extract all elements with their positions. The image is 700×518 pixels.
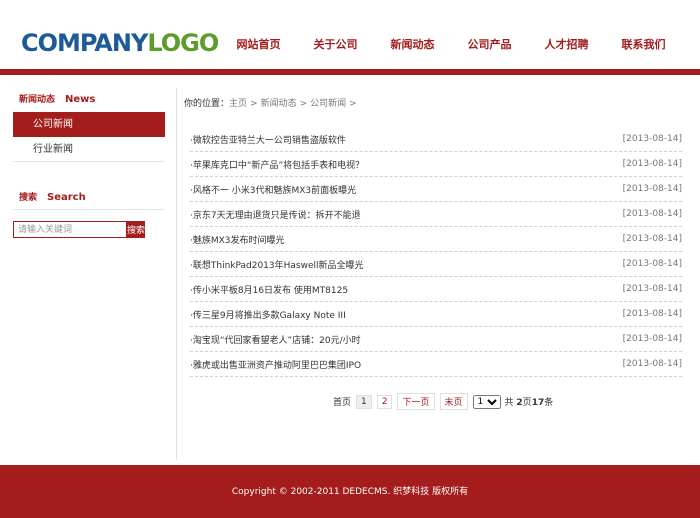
breadcrumb-separator: >: [299, 99, 308, 109]
logo-logo-text: LOGO: [147, 29, 219, 57]
header: COMPANYLOGO 网站首页 关于公司 新闻动态 公司产品 人才招聘 联系我…: [0, 0, 700, 70]
sidebar-news-title-cn: 新闻动态: [19, 95, 56, 105]
news-date: [2013-08-14]: [622, 309, 682, 319]
news-title-link[interactable]: ·微软控告亚特兰大一公司销售盗版软件: [190, 133, 346, 146]
pager-total-items: 17: [531, 398, 545, 408]
nav-news[interactable]: 新闻动态: [374, 36, 451, 54]
news-row: ·风格不一 小米3代和魅族MX3前面板曝光 [2013-08-14]: [190, 177, 682, 202]
news-title-link[interactable]: ·传三星9月将推出多款Galaxy Note III: [190, 308, 346, 321]
sidebar-search-title-cn: 搜索: [19, 193, 38, 203]
column-divider: [176, 88, 177, 460]
news-title-link[interactable]: ·风格不一 小米3代和魅族MX3前面板曝光: [190, 183, 356, 196]
news-title-link[interactable]: ·京东7天无理由退货只是传说：拆开不能退: [190, 208, 361, 221]
sidebar-item-industry-news[interactable]: 行业新闻: [13, 137, 165, 162]
news-date: [2013-08-14]: [622, 259, 682, 269]
nav-products[interactable]: 公司产品: [451, 36, 528, 54]
search-button[interactable]: 搜索: [127, 221, 145, 238]
news-title-link[interactable]: ·魅族MX3发布时间曝光: [190, 233, 285, 246]
news-title-link[interactable]: ·联想ThinkPad2013年Haswell新品全曝光: [190, 258, 364, 271]
pager-page-2[interactable]: 2: [376, 394, 393, 409]
nav-about[interactable]: 关于公司: [297, 36, 374, 54]
sidebar-item-company-news[interactable]: 公司新闻: [13, 112, 165, 137]
news-date: [2013-08-14]: [622, 134, 682, 144]
pager-total: 共 2页17条: [505, 395, 554, 408]
footer-copyright: Copyright © 2002-2011 DEDECMS. 织梦科技 版权所有: [231, 487, 469, 497]
pager-first[interactable]: 首页: [333, 395, 351, 408]
news-title-link[interactable]: ·雅虎或出售亚洲资产推动阿里巴巴集团IPO: [190, 358, 361, 371]
news-title-link[interactable]: ·淘宝现“代回家看望老人”店铺：20元/小时: [190, 333, 361, 346]
pager-pages-word: 页: [522, 398, 532, 408]
news-title-link[interactable]: ·苹果库克口中“新产品”将包括手表和电视？: [190, 158, 364, 171]
news-row: ·魅族MX3发布时间曝光 [2013-08-14]: [190, 227, 682, 252]
pager-next[interactable]: 下一页: [397, 393, 435, 410]
pager-page-1[interactable]: 1: [356, 394, 372, 409]
main-nav: 网站首页 关于公司 新闻动态 公司产品 人才招聘 联系我们: [220, 36, 682, 54]
header-red-bar: [0, 69, 700, 75]
news-list: ·微软控告亚特兰大一公司销售盗版软件 [2013-08-14] ·苹果库克口中“新…: [190, 127, 682, 377]
news-date: [2013-08-14]: [622, 209, 682, 219]
news-date: [2013-08-14]: [622, 159, 682, 169]
breadcrumb-home[interactable]: 主页: [229, 99, 247, 109]
sidebar: 新闻动态 News 公司新闻 行业新闻 搜索 Search 搜索: [13, 88, 165, 238]
news-row: ·传小米平板8月16日发布 使用MT8125 [2013-08-14]: [190, 277, 682, 302]
news-row: ·京东7天无理由退货只是传说：拆开不能退 [2013-08-14]: [190, 202, 682, 227]
breadcrumb-separator: >: [250, 99, 258, 109]
footer: Copyright © 2002-2011 DEDECMS. 织梦科技 版权所有: [0, 465, 700, 518]
breadcrumb: 你的位置：主页 > 新闻动态 > 公司新闻 >: [184, 96, 360, 109]
search-box: 搜索: [13, 221, 165, 238]
sidebar-news-title-en: News: [65, 94, 96, 105]
news-row: ·传三星9月将推出多款Galaxy Note III [2013-08-14]: [190, 302, 682, 327]
breadcrumb-separator: >: [349, 99, 357, 109]
breadcrumb-company-news[interactable]: 公司新闻: [310, 99, 346, 109]
news-title-link[interactable]: ·传小米平板8月16日发布 使用MT8125: [190, 283, 348, 296]
news-date: [2013-08-14]: [622, 184, 682, 194]
search-input[interactable]: [13, 221, 127, 238]
news-row: ·微软控告亚特兰大一公司销售盗版软件 [2013-08-14]: [190, 127, 682, 152]
pager-items-word: 条: [544, 398, 554, 408]
news-date: [2013-08-14]: [622, 284, 682, 294]
sidebar-news-title: 新闻动态 News: [13, 88, 165, 112]
breadcrumb-lead: 你的位置：: [184, 99, 230, 109]
news-row: ·雅虎或出售亚洲资产推动阿里巴巴集团IPO [2013-08-14]: [190, 352, 682, 377]
news-row: ·淘宝现“代回家看望老人”店铺：20元/小时 [2013-08-14]: [190, 327, 682, 352]
sidebar-search-title-en: Search: [47, 192, 86, 203]
news-date: [2013-08-14]: [622, 359, 682, 369]
pagination: 首页 1 2 下一页 末页 1 共 2页17条: [333, 393, 553, 410]
news-row: ·苹果库克口中“新产品”将包括手表和电视？ [2013-08-14]: [190, 152, 682, 177]
nav-home[interactable]: 网站首页: [220, 36, 297, 54]
logo-company-text: COMPANY: [21, 29, 148, 57]
news-date: [2013-08-14]: [622, 334, 682, 344]
news-row: ·联想ThinkPad2013年Haswell新品全曝光 [2013-08-14]: [190, 252, 682, 277]
nav-contact[interactable]: 联系我们: [605, 36, 682, 54]
sidebar-search-title: 搜索 Search: [13, 186, 165, 210]
pager-page-select[interactable]: 1: [472, 394, 501, 409]
pager-last[interactable]: 末页: [439, 393, 468, 410]
company-logo[interactable]: COMPANYLOGO: [21, 28, 219, 58]
news-date: [2013-08-14]: [622, 234, 682, 244]
nav-jobs[interactable]: 人才招聘: [528, 36, 605, 54]
breadcrumb-news[interactable]: 新闻动态: [261, 99, 297, 109]
pager-total-prefix: 共: [504, 398, 514, 408]
